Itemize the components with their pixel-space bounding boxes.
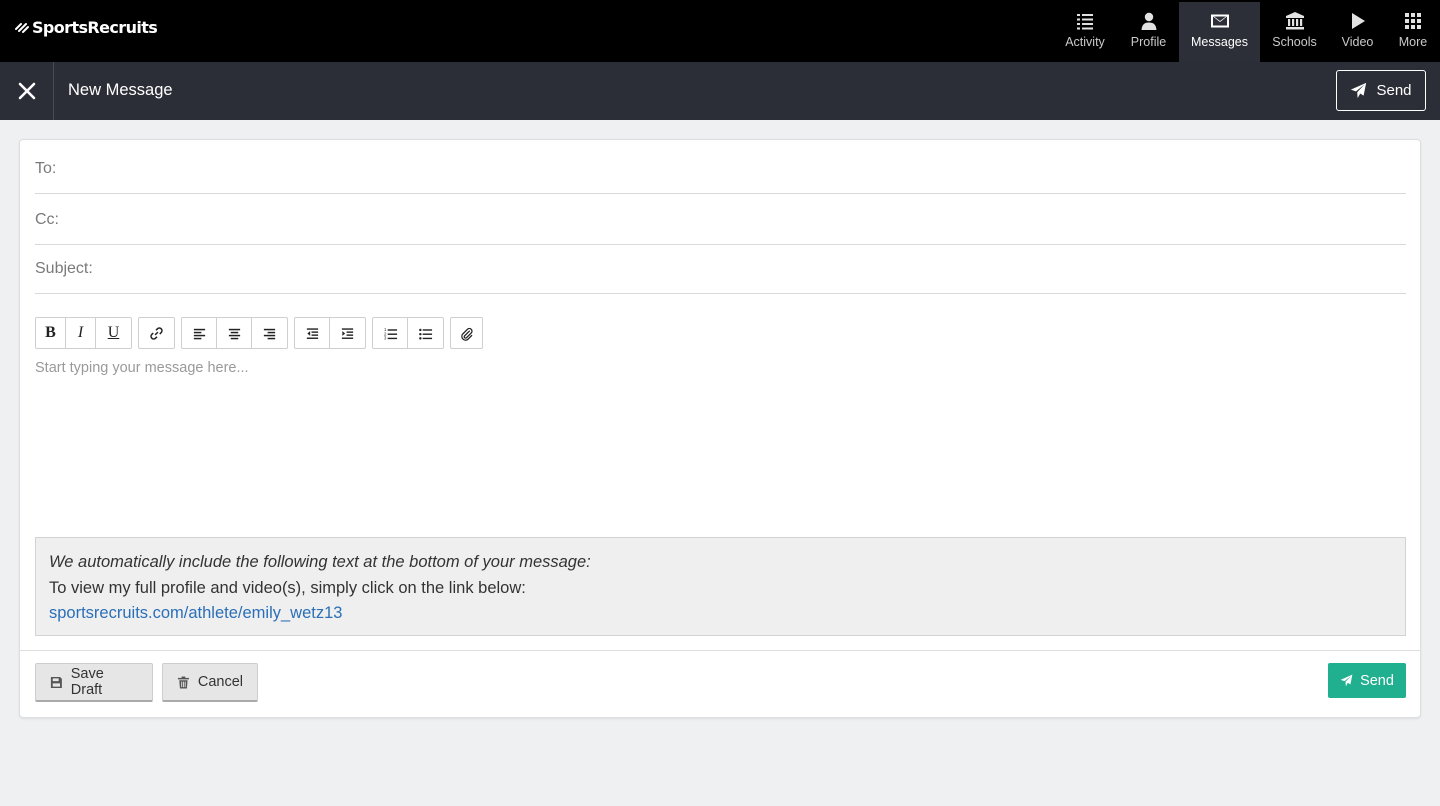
bullet-list-icon [419,328,433,340]
bullet-list-button[interactable] [408,318,443,348]
save-draft-button[interactable]: Save Draft [35,663,153,702]
compose-card: To: Cc: Subject: B I U 1 2 3 Start typin… [19,139,1421,718]
link-button[interactable] [139,318,174,348]
cc-label: Cc: [35,211,59,228]
nav-item-video[interactable]: Video [1329,2,1386,62]
brand-name: SportsRecruits [32,17,158,37]
nav-label-activity: Activity [1065,35,1105,49]
align-center-button[interactable] [217,318,252,348]
list-group: 1 2 3 [372,317,444,349]
profile-link[interactable]: sportsrecruits.com/athlete/emily_wetz13 [49,604,342,622]
footer-send-button[interactable]: Send [1328,663,1406,698]
nav-label-profile: Profile [1130,35,1167,49]
attach-group [450,317,483,349]
floppy-disk-icon [50,676,62,688]
page-title: New Message [68,81,173,99]
nav-item-schools[interactable]: Schools [1260,2,1329,62]
close-button[interactable] [0,62,54,120]
underline-button[interactable]: U [96,318,131,348]
list-icon [1077,14,1093,30]
link-icon [150,326,163,340]
nav-label-video: Video [1341,35,1374,49]
institution-icon [1285,12,1304,30]
to-label: To: [35,160,57,177]
align-left-button[interactable] [182,318,217,348]
paper-plane-icon [1340,674,1353,687]
to-field: To: [35,145,1406,194]
ordered-list-icon: 1 2 3 [383,327,397,340]
formatting-toolbar: B I U 1 2 3 [35,317,489,349]
svg-text:3: 3 [383,335,386,340]
align-right-icon [263,328,276,339]
align-right-button[interactable] [252,318,287,348]
nav-label-schools: Schools [1272,35,1317,49]
nav-item-profile[interactable]: Profile [1118,2,1179,62]
attach-button[interactable] [451,318,482,348]
subject-label: Subject: [35,260,93,277]
cc-field: Cc: [35,196,1406,245]
envelope-icon [1210,14,1229,28]
outdent-button[interactable] [295,318,330,348]
nav-item-activity[interactable]: Activity [1052,2,1118,62]
play-icon [1351,13,1365,29]
text-style-group: B I U [35,317,132,349]
nav-label-messages: Messages [1191,35,1248,49]
indent-group [294,317,366,349]
header-send-label: Send [1376,82,1412,99]
grid-icon [1405,13,1421,29]
brand-logo[interactable]: SportsRecruits [15,15,158,39]
outdent-icon [306,327,318,339]
align-center-icon [228,328,240,339]
subject-field: Subject: [35,245,1406,294]
person-icon [1141,12,1156,30]
logo-mark-icon [15,23,29,33]
indent-icon [341,327,354,339]
auto-signature-box: We automatically include the following t… [35,537,1406,636]
align-left-icon [193,328,205,339]
save-draft-label: Save Draft [70,666,104,698]
close-icon [18,82,35,100]
paperclip-icon [461,327,473,341]
link-group [138,317,175,349]
nav-item-more[interactable]: More [1386,2,1440,62]
nav-item-messages[interactable]: Messages [1179,2,1260,62]
header-send-button[interactable]: Send [1336,70,1426,111]
to-input[interactable] [62,154,1406,184]
top-navigation: SportsRecruits Activity Profile Messages [0,0,1440,62]
footer-divider [20,650,1420,651]
cancel-label: Cancel [197,674,243,690]
align-group [181,317,288,349]
paper-plane-icon [1351,82,1367,99]
ordered-list-button[interactable]: 1 2 3 [373,318,408,348]
compose-header: New Message Send [0,62,1440,120]
nav-label-more: More [1398,35,1428,49]
subject-input[interactable] [98,254,1406,284]
footer-send-label: Send [1360,672,1394,689]
trash-icon [177,676,189,688]
auto-signature-intro: We automatically include the following t… [49,553,591,571]
indent-button[interactable] [330,318,365,348]
cancel-button[interactable]: Cancel [162,663,258,702]
bold-button[interactable]: B [36,318,66,348]
italic-button[interactable]: I [66,318,96,348]
cc-input[interactable] [65,205,1406,235]
auto-signature-line: To view my full profile and video(s), si… [49,578,526,597]
message-body-editor[interactable]: Start typing your message here... [35,360,1406,530]
nav-items: Activity Profile Messages Schools Video … [1052,2,1440,62]
